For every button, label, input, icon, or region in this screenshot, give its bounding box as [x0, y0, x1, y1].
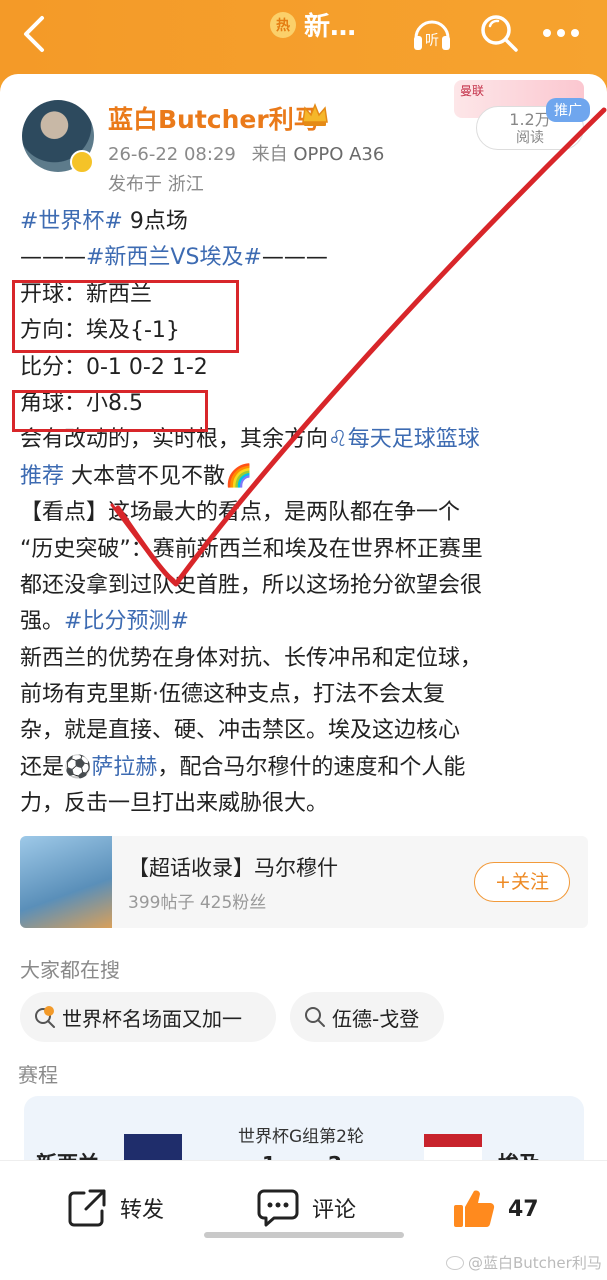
- post-text: 9点场: [122, 209, 188, 234]
- watermark: @蓝白Butcher利马: [446, 1252, 602, 1273]
- post-line: 还是⚽萨拉赫，配合马尔穆什的速度和个人能: [20, 750, 590, 786]
- title-text: 新…: [304, 12, 357, 42]
- post-location: 发布于 浙江: [108, 174, 204, 195]
- post-text: ———: [20, 245, 86, 271]
- post-text: 还是: [20, 754, 65, 780]
- super-topic-link[interactable]: ♌每天足球篮球: [328, 427, 480, 452]
- match-league: 世界杯G组第2轮: [238, 1127, 364, 1147]
- post-line: 都还没拿到过队史首胜，所以这场抢分欲望会很: [20, 572, 483, 598]
- hashtag-link[interactable]: #世界杯#: [20, 209, 123, 234]
- comment-label: 评论: [312, 1198, 357, 1223]
- post-line: 比分：0-1 0-2 1-2: [20, 354, 208, 380]
- search-chip-label: 伍德-戈登: [332, 1006, 420, 1031]
- post-line: 推荐 大本营不见不散🌈: [20, 459, 590, 495]
- annotation-box-kickoff: [12, 280, 239, 353]
- listen-label: 听: [425, 33, 439, 49]
- topic-thumbnail: [20, 836, 112, 928]
- source-prefix: 来自: [251, 144, 288, 165]
- schedule-heading: 赛程: [18, 1063, 58, 1087]
- post-line: ———#新西兰VS埃及#———: [20, 240, 590, 276]
- hashtag-link[interactable]: #新西兰VS埃及#: [86, 245, 262, 270]
- hashtag-link[interactable]: #比分预测#: [64, 609, 189, 634]
- listen-icon[interactable]: 听: [410, 12, 454, 56]
- share-label: 转发: [120, 1198, 165, 1223]
- username[interactable]: 蓝白Butcher利马: [108, 100, 319, 136]
- comment-icon: [257, 1189, 299, 1227]
- thumbs-up-icon: [454, 1190, 495, 1228]
- like-button[interactable]: 47: [452, 1187, 539, 1231]
- post-line: 前场有克里斯·伍德这种支点，打法不会太复: [20, 682, 445, 708]
- post-line: 杂，就是直接、硬、冲击禁区。埃及这边核心: [20, 718, 461, 744]
- search-heading: 大家都在搜: [20, 958, 120, 982]
- annotation-box-corners: [12, 390, 208, 432]
- topic-title: 【超话收录】马尔穆什: [128, 856, 338, 880]
- post-line: “历史突破”：赛前新西兰和埃及在世界杯正赛里: [20, 536, 483, 562]
- post-line: 【看点】这场最大的看点，是两队都在争一个: [20, 500, 461, 526]
- search-icon[interactable]: [478, 12, 520, 54]
- weibo-logo-icon: [446, 1255, 464, 1270]
- page-title: 热 新…: [270, 6, 356, 43]
- read-label: 阅读: [516, 130, 544, 146]
- post-card: 蓝白Butcher利马 26-6-22 08:29 来自 OPPO A36 发布…: [0, 74, 607, 1280]
- post-text: ，配合马尔穆什的速度和个人能: [157, 754, 466, 780]
- follow-button[interactable]: +关注: [474, 862, 570, 902]
- crown-icon: [302, 102, 328, 126]
- post-line: #世界杯# 9点场: [20, 204, 590, 240]
- share-button[interactable]: 转发: [66, 1187, 164, 1229]
- post-meta: 26-6-22 08:29 来自 OPPO A36: [108, 140, 384, 166]
- search-chip[interactable]: 伍德-戈登: [290, 992, 444, 1042]
- post-line: 新西兰的优势在身体对抗、长传冲吊和定位球，: [20, 645, 483, 671]
- home-indicator: [204, 1232, 404, 1238]
- watermark-text: @蓝白Butcher利马: [468, 1254, 602, 1272]
- post-text: ———: [261, 245, 328, 271]
- super-topic-link[interactable]: 推荐: [20, 464, 64, 489]
- share-icon: [68, 1189, 106, 1227]
- like-count: 47: [508, 1196, 539, 1222]
- back-arrow-icon[interactable]: [18, 14, 52, 54]
- more-icon[interactable]: [540, 18, 582, 48]
- ad-brand: 曼联: [460, 84, 485, 98]
- promo-tag: 推广: [546, 98, 590, 122]
- hot-search-icon: [35, 1006, 55, 1028]
- post-line: 力，反击一旦打出来威胁很大。: [20, 791, 329, 817]
- post-line: 强。#比分预测#: [20, 604, 590, 640]
- device: OPPO A36: [293, 144, 385, 165]
- search-chip[interactable]: 世界杯名场面又加一: [20, 992, 276, 1042]
- search-icon: [305, 1007, 325, 1027]
- top-bar: 热 新… 听: [0, 0, 607, 80]
- hot-icon: 热: [270, 11, 296, 38]
- post-text: 强。: [20, 609, 65, 635]
- comment-button[interactable]: 评论: [256, 1187, 356, 1229]
- super-topic-card[interactable]: 【超话收录】马尔穆什 399帖子 425粉丝 +关注: [20, 836, 588, 928]
- verified-badge-icon: [70, 150, 94, 174]
- topic-stats: 399帖子 425粉丝: [128, 893, 267, 913]
- search-chip-label: 世界杯名场面又加一: [62, 1006, 242, 1031]
- post-time: 26-6-22 08:29: [108, 144, 236, 165]
- post-text: 大本营不见不散🌈: [64, 463, 253, 489]
- player-link[interactable]: ⚽萨拉赫: [64, 755, 157, 780]
